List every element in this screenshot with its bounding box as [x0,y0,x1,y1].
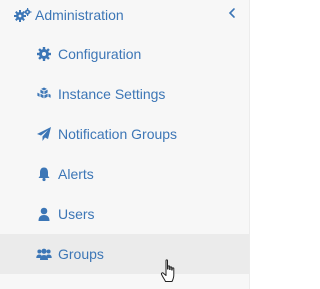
sidebar: Administration Configuration Instance Se… [0,0,250,289]
chevron-left-icon[interactable] [227,6,237,18]
cubes-icon [36,86,52,102]
sidebar-item-label: Notification Groups [58,126,178,142]
sidebar-item-label: Instance Settings [58,86,166,102]
gear-icon [36,46,52,62]
sidebar-item-alerts[interactable]: Alerts [0,154,249,194]
administration-label: Administration [35,7,124,23]
sidebar-item-groups[interactable]: Groups [0,234,249,274]
hand-pointer-cursor-icon [160,258,180,284]
administration-menu-header[interactable]: Administration [0,0,249,30]
user-icon [36,206,52,222]
bell-icon [36,166,52,182]
sidebar-item-instance-settings[interactable]: Instance Settings [0,74,249,114]
sidebar-item-users[interactable]: Users [0,194,249,234]
cogs-icon [14,8,32,22]
sidebar-item-configuration[interactable]: Configuration [0,34,249,74]
paper-plane-icon [36,126,52,142]
sidebar-item-label: Users [58,206,95,222]
users-icon [36,246,52,262]
sidebar-item-label: Alerts [58,166,94,182]
sidebar-item-notification-groups[interactable]: Notification Groups [0,114,249,154]
sidebar-item-label: Configuration [58,46,142,62]
sidebar-item-label: Groups [58,246,104,262]
